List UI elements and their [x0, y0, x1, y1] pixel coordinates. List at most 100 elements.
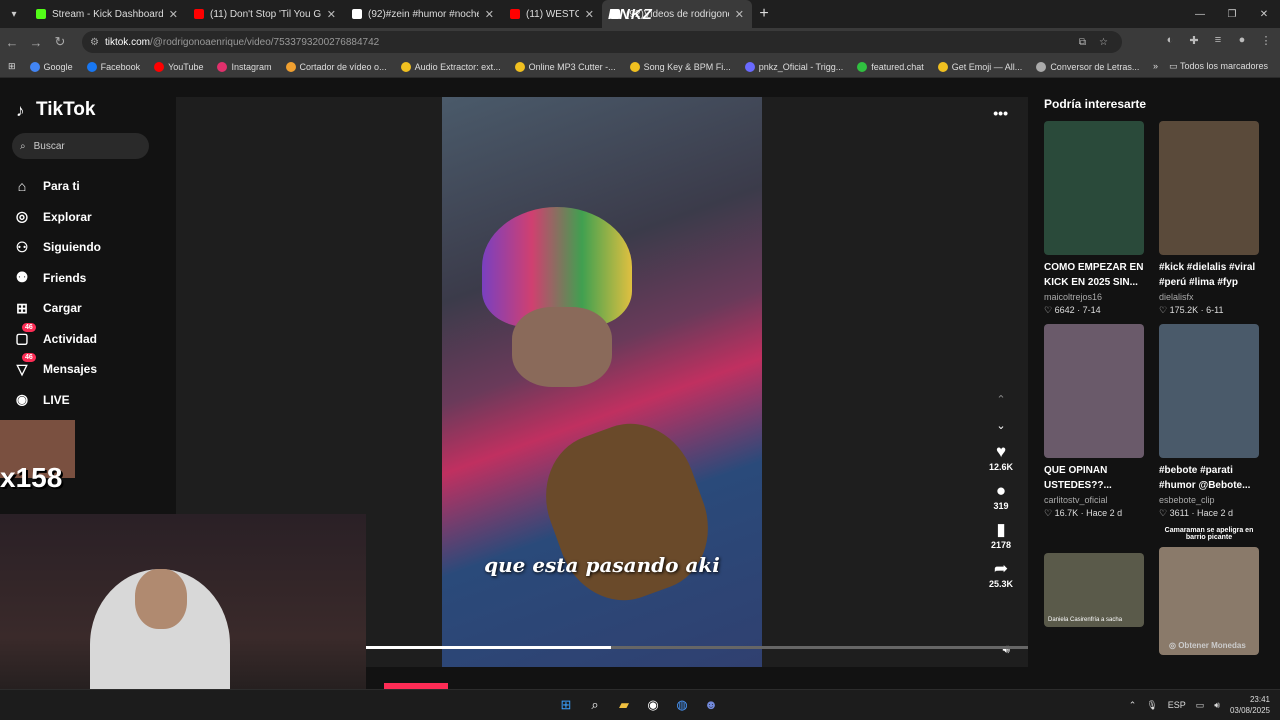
bookmark-item[interactable]: featured.chat [857, 61, 924, 72]
tab-close-icon[interactable]: ✕ [485, 8, 494, 21]
bookmark-item[interactable]: Get Emoji — All... [937, 61, 1022, 72]
volume-icon[interactable]: 🔊︎ [1002, 642, 1010, 657]
sidebar-item-label: Cargar [43, 301, 82, 315]
suggestion-thumbnail [1044, 121, 1144, 255]
search-input[interactable]: ⌕ Buscar [12, 133, 149, 159]
tab-close-icon[interactable]: ✕ [169, 8, 178, 21]
suggestion-card[interactable]: #bebote #parati #humor @Bebote... esbebot… [1159, 324, 1259, 519]
share-button[interactable]: ➦ 25.3K [986, 559, 1016, 589]
tab-close-icon[interactable]: ✕ [735, 8, 744, 21]
taskbar-search-icon[interactable]: ⌕ [585, 695, 605, 715]
language-indicator[interactable]: ESP [1168, 700, 1186, 710]
back-icon[interactable]: ← [0, 35, 24, 50]
tab-search-menu[interactable]: ▾ [0, 0, 28, 28]
video-face [512, 307, 612, 387]
bookmark-item[interactable]: Online MP3 Cutter -... [514, 61, 616, 72]
tiktok-note-icon: ♪ [16, 101, 25, 120]
bookmarks-overflow-icon[interactable]: » [1153, 61, 1158, 71]
microphone-icon[interactable]: 🎙︎ [1146, 700, 1157, 711]
tab-close-icon[interactable]: ✕ [327, 8, 336, 21]
suggestion-card[interactable]: COMO EMPEZAR EN KICK EN 2025 SIN... maico… [1044, 121, 1144, 316]
suggestion-card[interactable]: QUE OPINAN USTEDES??... carlitostv_oficia… [1044, 324, 1144, 519]
bookmarks-bar: ⊞ Google Facebook YouTube Instagram Cortador… [0, 56, 1280, 78]
sidebar-item[interactable]: ⌂ Para ti [12, 171, 162, 201]
clock[interactable]: 23:41 03/08/2025 [1230, 694, 1270, 716]
tray-overflow-icon[interactable]: ⌃ [1129, 700, 1137, 711]
bookmark-favicon-icon [217, 61, 228, 72]
live-icon: ◉ [15, 391, 29, 407]
bookmark-label: Conversor de Letras... [1050, 61, 1140, 72]
tab-favicon-icon [194, 9, 204, 19]
browser-tab[interactable]: (11) Don't Stop 'Til You Get Eno ✕ [186, 0, 344, 28]
tab-title: (92)#zein #humor #nochedora [368, 8, 479, 20]
close-window-button[interactable]: ✕ [1248, 0, 1280, 28]
bookmark-item[interactable]: Conversor de Letras... [1036, 61, 1140, 72]
sidebar-item[interactable]: ⚉ Friends [12, 263, 162, 293]
suggestion-card-partial[interactable]: Daniela Casirenfría a sacha [1044, 519, 1144, 650]
suggestion-title: COMO EMPEZAR EN KICK EN 2025 SIN... [1044, 262, 1144, 288]
windows-start-icon[interactable]: ⊞ [556, 695, 576, 715]
discord-icon[interactable]: ☻ [701, 695, 721, 715]
like-button[interactable]: ♥ 12.6K [986, 442, 1016, 472]
bookmark-item[interactable]: Song Key & BPM Fi... [629, 61, 731, 72]
tiktok-logo[interactable]: ♪ TikTok [16, 99, 95, 121]
more-options-icon[interactable]: ••• [993, 105, 1008, 121]
suggestion-user[interactable]: carlitostv_oficial [1044, 495, 1144, 505]
bookmark-item[interactable]: Cortador de vídeo o... [285, 61, 387, 72]
apps-icon[interactable]: ⊞ [8, 61, 16, 72]
sidebar-item[interactable]: ▽ 46 Mensajes [12, 353, 162, 384]
url-bar[interactable]: ⚙ tiktok.com/@rodrigonoaenrique/video/75… [82, 31, 1122, 53]
star-icon[interactable]: ☆ [1099, 37, 1108, 48]
comment-button[interactable]: ● 319 [986, 481, 1016, 511]
obs-icon[interactable]: ◉ [643, 695, 663, 715]
video-frame[interactable]: que esta pasando aki [442, 97, 762, 667]
chrome-icon[interactable]: ◍ [672, 695, 692, 715]
folder-icon: ▭ [1169, 61, 1178, 71]
menu-icon[interactable]: ⋮ [1258, 34, 1274, 50]
maximize-button[interactable]: ❐ [1216, 0, 1248, 28]
puzzle-icon[interactable]: ✚ [1186, 34, 1202, 50]
browser-tab[interactable]: (92)#zein #humor #nochedora ✕ [344, 0, 502, 28]
speaker-icon[interactable]: 🔊︎ [1214, 700, 1220, 711]
extension-icon[interactable]: ◐ [1162, 34, 1178, 50]
tab-close-icon[interactable]: ✕ [585, 8, 594, 21]
suggestion-card-partial[interactable]: Camaraman se apeligra en barrio picante … [1159, 519, 1259, 655]
suggestion-user[interactable]: dielalisfx [1159, 292, 1259, 302]
bookmark-label: Facebook [100, 61, 141, 72]
suggestion-card[interactable]: #kick #dielalis #viral #perú #lima #fyp d… [1159, 121, 1259, 316]
video-progress-bar[interactable] [366, 646, 1028, 649]
minimize-button[interactable]: — [1184, 0, 1216, 28]
browser-tab[interactable]: Stream - Kick Dashboard ✕ [28, 0, 186, 28]
network-icon[interactable]: ▭ [1196, 700, 1205, 711]
suggestion-thumbnail [1159, 547, 1259, 655]
forward-icon[interactable]: → [24, 35, 48, 50]
sidebar-item-label: Friends [43, 270, 87, 285]
file-explorer-icon[interactable]: ▰ [614, 695, 634, 715]
sidebar-item[interactable]: ◉ LIVE [12, 385, 162, 415]
new-tab-button[interactable]: + [752, 5, 776, 23]
suggestion-user[interactable]: maicoltrejos16 [1044, 292, 1144, 302]
get-coins-button[interactable]: ◎ Obtener Monedas [1159, 641, 1259, 650]
sidebar-item[interactable]: ▢ 46 Actividad [12, 322, 162, 354]
bookmark-item[interactable]: pnkz_Oficial - Trigg... [744, 61, 843, 72]
save-button[interactable]: ▮ 2178 [986, 520, 1016, 550]
previous-video-icon[interactable]: ⌃ [994, 387, 1008, 413]
all-bookmarks[interactable]: ▭ Todos los marcadores [1169, 61, 1268, 72]
bookmark-favicon-icon [514, 61, 525, 72]
bookmark-item[interactable]: Audio Extractor: ext... [400, 61, 501, 72]
sidebar-item[interactable]: ⚇ Siguiendo [12, 232, 162, 262]
sidebar-item[interactable]: ⊞ Cargar [12, 293, 162, 323]
bookmark-item[interactable]: Google [29, 61, 73, 72]
bookmark-item[interactable]: YouTube [154, 61, 203, 72]
install-icon[interactable]: ⧉ [1079, 37, 1086, 48]
sidebar-item[interactable]: ◎ Explorar [12, 202, 162, 232]
browser-tab[interactable]: (11) WESTCOL y COSC ✕ [502, 0, 602, 28]
reload-icon[interactable]: ↻ [48, 34, 72, 50]
bookmark-item[interactable]: Facebook [86, 61, 141, 72]
next-video-icon[interactable]: ⌄ [994, 413, 1008, 439]
site-info-icon[interactable]: ⚙ [90, 37, 99, 48]
suggestion-user[interactable]: esbebote_clip [1159, 495, 1259, 505]
bookmark-item[interactable]: Instagram [217, 61, 272, 72]
profile-avatar[interactable]: ● [1234, 34, 1250, 50]
media-icon[interactable]: ≡ [1210, 34, 1226, 50]
